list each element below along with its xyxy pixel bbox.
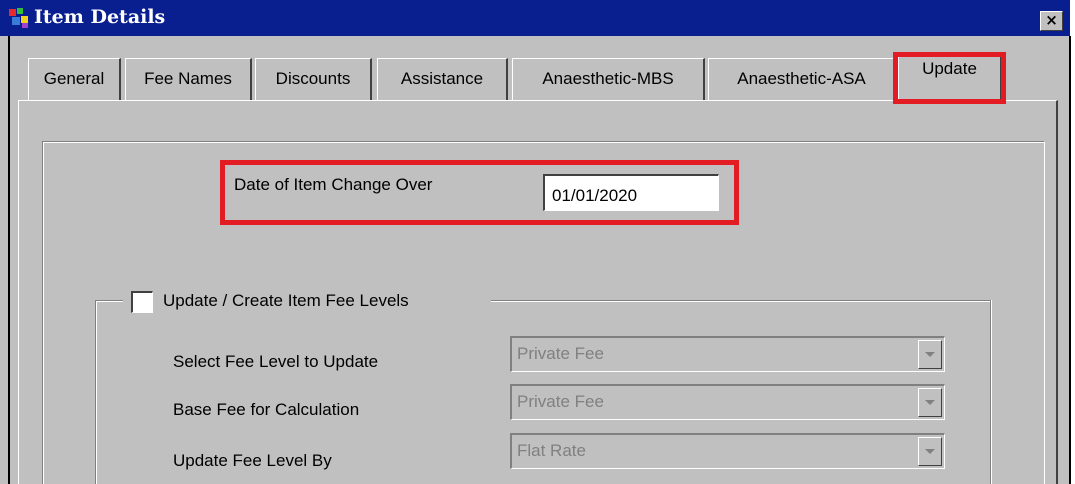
tab-label: Assistance <box>400 69 484 88</box>
update-fee-level-by-label: Update Fee Level By <box>173 451 332 470</box>
dropdown-value: Private Fee <box>517 392 604 411</box>
tab-discounts[interactable]: Discounts <box>255 58 372 100</box>
tab-assistance[interactable]: Assistance <box>377 58 508 100</box>
base-fee-label: Base Fee for Calculation <box>173 400 360 419</box>
update-fee-level-by-dropdown[interactable]: Flat Rate <box>510 433 945 469</box>
tab-anaesthetic-mbs[interactable]: Anaesthetic-MBS <box>512 58 705 100</box>
chevron-down-icon[interactable] <box>918 437 942 466</box>
date-field-highlight <box>220 160 739 225</box>
tab-label: General <box>43 69 105 88</box>
dropdown-value: Private Fee <box>517 344 604 363</box>
tab-label: Anaesthetic-MBS <box>542 69 674 88</box>
chevron-down-icon[interactable] <box>918 340 942 369</box>
tab-fee-names[interactable]: Fee Names <box>125 58 252 100</box>
update-fee-levels-checkbox[interactable] <box>131 291 153 313</box>
tab-general[interactable]: General <box>28 58 121 100</box>
update-fee-levels-label[interactable]: Update / Create Item Fee Levels <box>163 291 409 311</box>
update-tab-highlight <box>893 52 1006 104</box>
tab-label: Anaesthetic-ASA <box>737 69 866 88</box>
window-title: Item Details <box>34 6 166 28</box>
tab-label: Fee Names <box>144 69 232 88</box>
close-icon[interactable]: × <box>1045 11 1058 29</box>
window-border-left <box>8 36 10 484</box>
tab-anaesthetic-asa[interactable]: Anaesthetic-ASA <box>708 58 896 100</box>
select-fee-level-dropdown[interactable]: Private Fee <box>510 336 945 372</box>
groupbox-right-edge <box>990 300 992 484</box>
chevron-down-icon[interactable] <box>918 388 942 417</box>
tab-label: Discounts <box>275 69 351 88</box>
app-icon <box>9 8 28 28</box>
window-border-right <box>1069 36 1071 484</box>
close-button[interactable]: × <box>1040 11 1063 31</box>
select-fee-level-label: Select Fee Level to Update <box>173 352 379 371</box>
dropdown-value: Flat Rate <box>517 441 586 460</box>
base-fee-dropdown[interactable]: Private Fee <box>510 384 945 420</box>
